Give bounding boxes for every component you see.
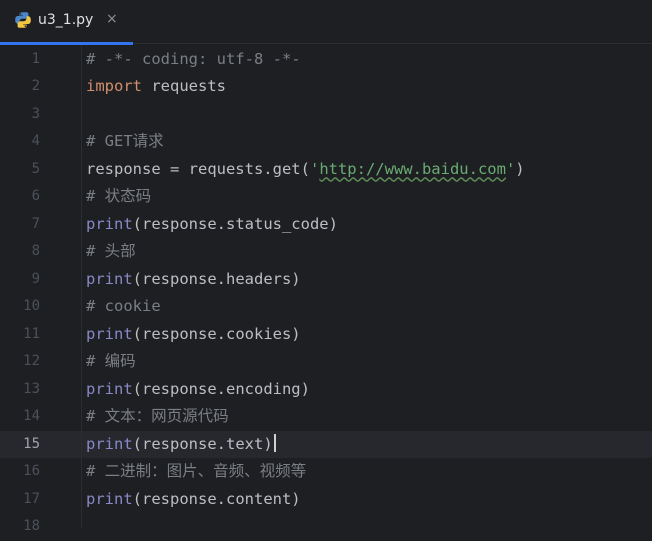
line-number: 18 xyxy=(23,518,40,534)
code-token-plain: (response.cookies) xyxy=(132,324,301,343)
code-text[interactable]: print(response.text) xyxy=(86,431,276,459)
code-line[interactable]: 9 print(response.headers) xyxy=(0,266,652,294)
line-number: 7 xyxy=(31,215,40,232)
line-number: 1 xyxy=(31,50,40,67)
code-token-plain: (response.status_code) xyxy=(132,214,338,233)
code-token-plain: (response.text) xyxy=(132,434,273,453)
code-line[interactable]: 2 import requests xyxy=(0,73,652,101)
code-text[interactable]: # 头部 xyxy=(86,238,136,266)
line-number: 10 xyxy=(23,298,40,314)
code-text[interactable]: print(response.content) xyxy=(86,486,301,514)
code-text[interactable]: # cookie xyxy=(86,293,161,321)
code-token-comment: # 编码 xyxy=(86,352,136,370)
code-token-url: http://www.baidu.com xyxy=(319,159,506,178)
code-line[interactable]: 1 # -*- coding: utf-8 -*- xyxy=(0,46,652,74)
code-token-builtin: print xyxy=(86,324,133,343)
code-line[interactable]: 4 # GET请求 xyxy=(0,128,652,156)
code-token-comment: # cookie xyxy=(86,297,161,315)
code-text[interactable]: # GET请求 xyxy=(86,128,164,156)
line-number: 2 xyxy=(31,78,40,94)
code-line[interactable]: 11 print(response.cookies) xyxy=(0,321,652,349)
code-line[interactable]: 13 print(response.encoding) xyxy=(0,376,652,404)
code-token-plain: (response.headers) xyxy=(132,269,301,288)
code-text[interactable]: # 编码 xyxy=(86,348,136,376)
editor-tab-bar: u3_1.py × xyxy=(0,0,652,45)
code-token-comment: # 二进制：图片、音频、视频等 xyxy=(86,462,307,480)
code-line[interactable]: 3 xyxy=(0,101,652,129)
code-text[interactable]: import requests xyxy=(86,73,226,101)
code-line[interactable]: 12 # 编码 xyxy=(0,348,652,376)
code-token-builtin: print xyxy=(86,379,133,398)
code-token-builtin: print xyxy=(86,269,133,288)
line-number: 4 xyxy=(31,133,40,149)
code-line[interactable]: 5 response = requests.get('http://www.bai… xyxy=(0,156,652,184)
line-number: 17 xyxy=(23,490,40,507)
code-line[interactable]: 7 print(response.status_code) xyxy=(0,211,652,239)
code-token-builtin: print xyxy=(86,434,133,453)
tab-label: u3_1.py xyxy=(38,12,94,28)
code-text[interactable]: # 文本：网页源代码 xyxy=(86,403,229,431)
code-line[interactable]: 14 # 文本：网页源代码 xyxy=(0,403,652,431)
code-token-comment: # 头部 xyxy=(86,242,136,260)
code-text[interactable]: print(response.headers) xyxy=(86,266,301,294)
code-text[interactable]: # 状态码 xyxy=(86,183,151,211)
code-line[interactable]: 16 # 二进制：图片、音频、视频等 xyxy=(0,458,652,486)
code-text[interactable]: print(response.cookies) xyxy=(86,321,301,349)
line-number: 16 xyxy=(23,463,40,479)
line-number: 9 xyxy=(31,270,40,287)
code-text[interactable]: # 二进制：图片、音频、视频等 xyxy=(86,458,306,486)
code-token-plain: requests xyxy=(142,77,226,95)
code-token-keyword: import xyxy=(86,77,142,95)
line-number: 5 xyxy=(31,160,40,177)
code-token-plain: response = requests.get( xyxy=(86,159,310,178)
text-caret xyxy=(273,433,276,452)
code-text[interactable]: print(response.encoding) xyxy=(86,376,310,404)
code-line[interactable]: 15 print(response.text) xyxy=(0,430,652,459)
code-line[interactable]: 17 print(response.content) xyxy=(0,486,652,514)
code-token-plain: (response.content) xyxy=(132,489,301,508)
code-token-builtin: print xyxy=(86,489,133,508)
code-text[interactable]: response = requests.get('http://www.baid… xyxy=(86,156,525,184)
line-number: 3 xyxy=(31,105,40,122)
line-number: 6 xyxy=(31,188,40,204)
code-token-string: ' xyxy=(505,159,516,178)
code-token-plain: (response.encoding) xyxy=(132,379,310,398)
code-line[interactable]: 8 # 头部 xyxy=(0,238,652,266)
line-number: 8 xyxy=(31,243,40,259)
line-number: 13 xyxy=(23,380,40,397)
python-file-icon xyxy=(15,12,31,28)
code-editor[interactable]: 1 # -*- coding: utf-8 -*- 2 import requests… xyxy=(0,45,652,534)
line-number: 15 xyxy=(23,435,40,452)
code-token-builtin: print xyxy=(86,214,133,233)
line-number: 14 xyxy=(23,408,40,424)
tab-u3_1-py[interactable]: u3_1.py × xyxy=(0,0,133,45)
code-line[interactable]: 18 xyxy=(0,513,652,541)
line-number: 12 xyxy=(23,353,40,369)
code-line[interactable]: 6 # 状态码 xyxy=(0,183,652,211)
code-token-comment: # 文本：网页源代码 xyxy=(86,407,229,425)
line-number: 11 xyxy=(23,325,40,342)
code-token-plain: ) xyxy=(515,159,525,178)
code-token-comment: # GET请求 xyxy=(86,132,164,150)
code-token-comment: # 状态码 xyxy=(86,187,152,205)
code-line[interactable]: 10 # cookie xyxy=(0,293,652,321)
gutter-separator xyxy=(81,45,82,528)
code-token-string: ' xyxy=(309,159,320,178)
code-text[interactable]: # -*- coding: utf-8 -*- xyxy=(86,46,301,74)
code-token-comment: # -*- coding: utf-8 -*- xyxy=(86,49,301,68)
close-icon[interactable]: × xyxy=(106,10,118,28)
code-text[interactable]: print(response.status_code) xyxy=(86,211,338,239)
